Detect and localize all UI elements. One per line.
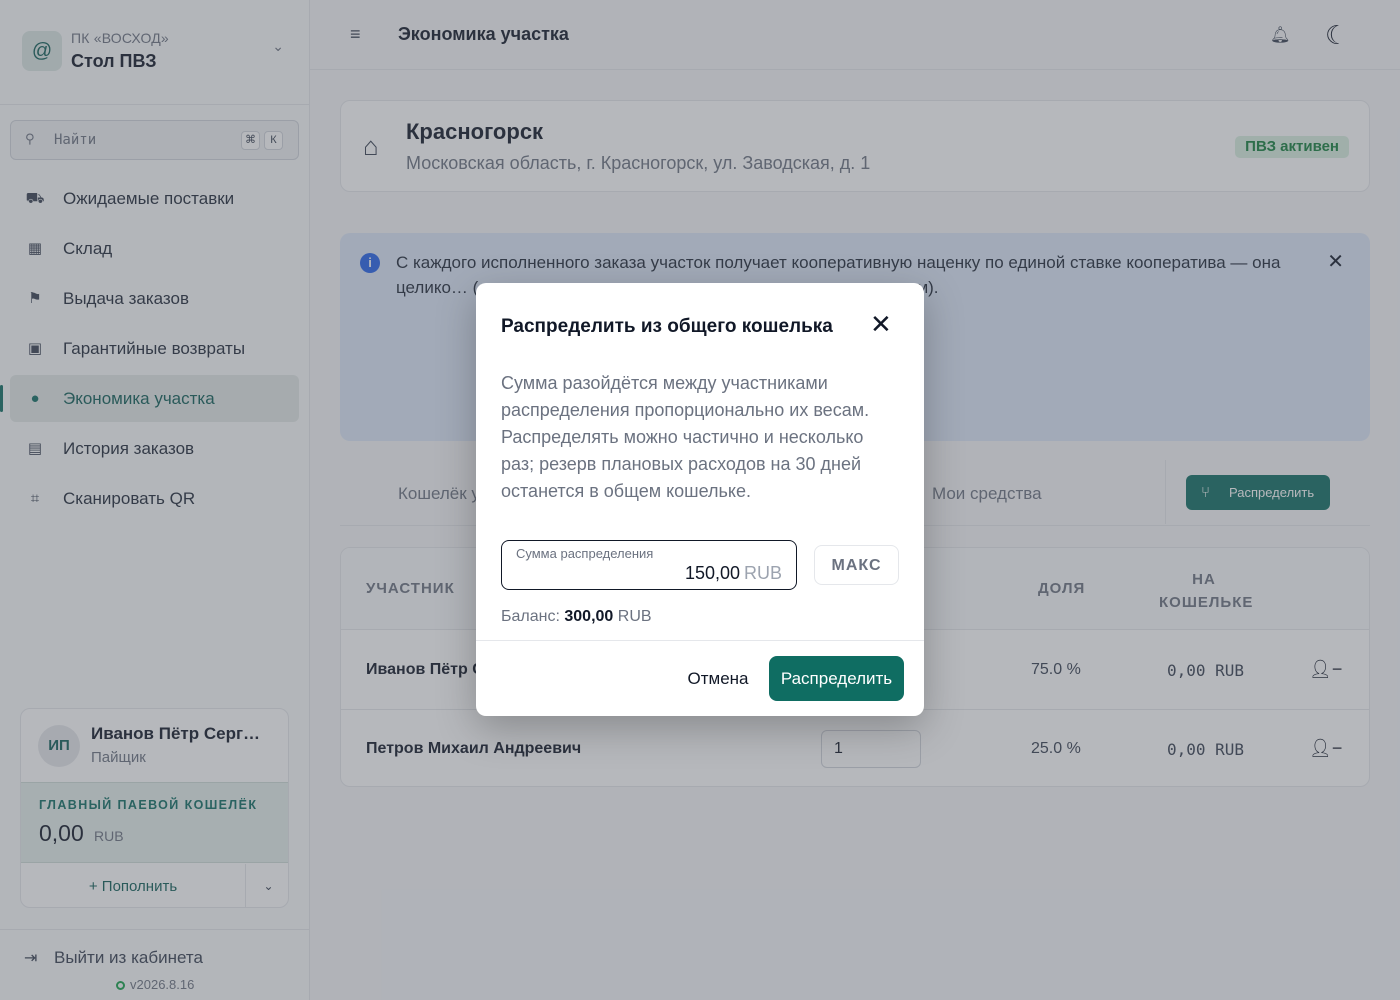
amount-currency: RUB	[743, 563, 782, 583]
balance-value: 300,00	[564, 608, 614, 625]
close-icon[interactable]: ✕	[870, 311, 892, 337]
dialog-description: Сумма разойдётся между участниками распр…	[501, 373, 870, 501]
divider	[476, 640, 924, 641]
balance-currency: RUB	[617, 608, 652, 625]
dialog-title: Распределить из общего кошелька	[501, 316, 833, 337]
amount-label: Сумма распределения	[516, 546, 654, 561]
amount-input[interactable]: Сумма распределения 150,00 RUB	[501, 540, 797, 590]
balance-line: Баланс: 300,00 RUB	[501, 608, 652, 626]
cancel-button[interactable]: Отмена	[678, 656, 758, 701]
balance-label: Баланс:	[501, 608, 560, 625]
distribute-dialog: Распределить из общего кошелька ✕ Сумма …	[476, 283, 924, 716]
max-button[interactable]: МАКС	[814, 545, 899, 585]
amount-value: 150,00	[684, 563, 740, 583]
confirm-distribute-button[interactable]: Распределить	[769, 656, 904, 701]
